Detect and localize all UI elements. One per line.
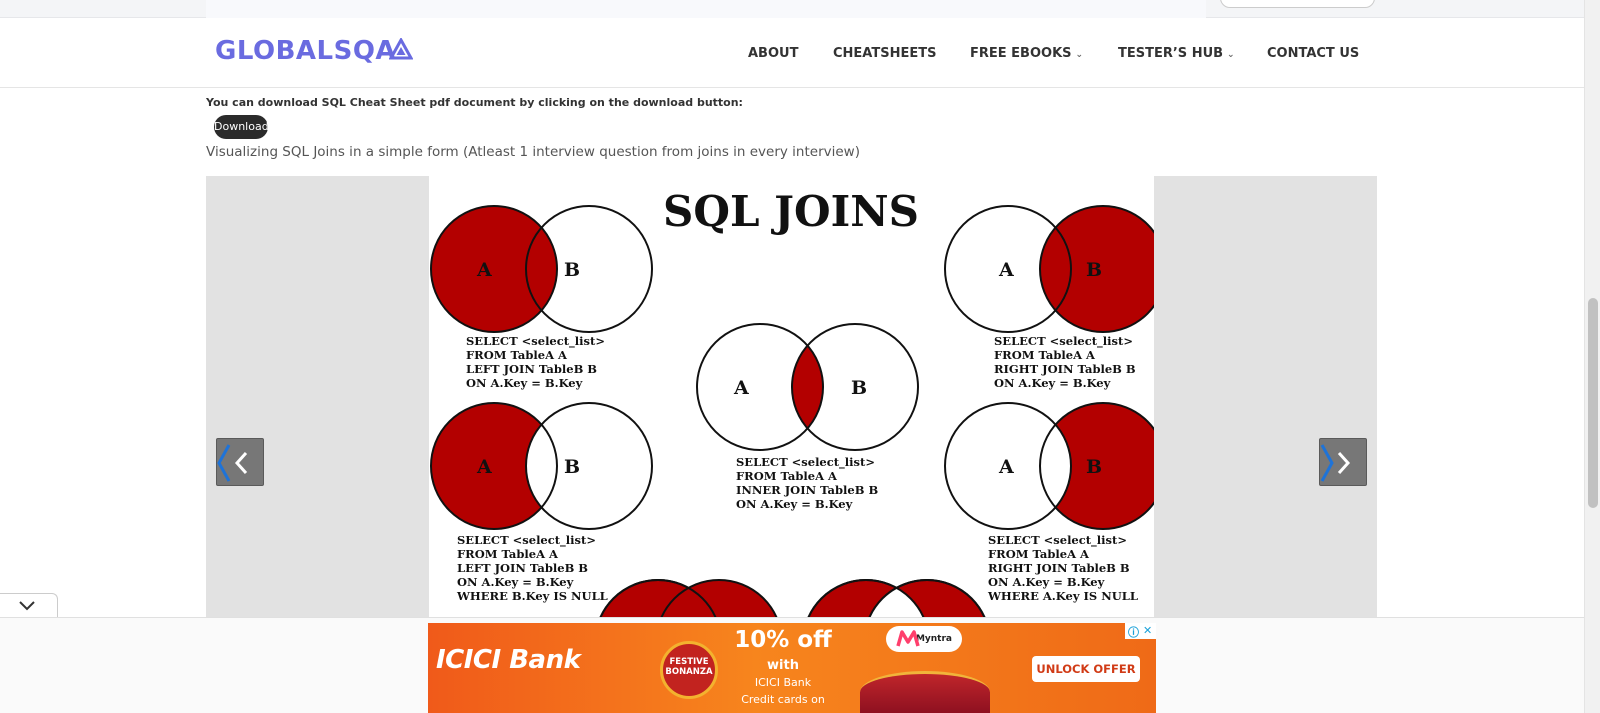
sql-line: WHERE A.Key IS NULL (987, 589, 1138, 603)
info-icon[interactable]: ⓘ (1128, 624, 1139, 640)
sql-line: ON A.Key = B.Key (457, 575, 574, 589)
nav-contact-us-label: CONTACT US (1267, 46, 1360, 61)
chevron-down-icon (19, 601, 35, 611)
sql-line: INNER JOIN TableB B (736, 483, 878, 497)
label-b: B (1086, 259, 1102, 281)
label-b: B (564, 259, 580, 281)
full-outer-excluding-join-diagram (807, 579, 986, 617)
nav-free-ebooks[interactable]: FREE EBOOKS ⌄ (970, 46, 1083, 61)
nav-contact-us[interactable]: CONTACT US (1267, 46, 1359, 61)
nav-about-label: ABOUT (748, 46, 799, 61)
sql-line: ON A.Key = B.Key (994, 376, 1111, 390)
sql-line: FROM TableA A (988, 547, 1090, 561)
ad-banner[interactable]: ICICI Bank FESTIVE BONANZA 10% off with … (428, 623, 1156, 713)
nav-cheatsheets-label: CHEATSHEETS (833, 46, 937, 61)
slider-prev-button[interactable] (216, 438, 264, 486)
label-b: B (1086, 456, 1102, 478)
label-a: A (998, 259, 1014, 281)
sql-joins-diagram: SQL JOINS A B SELECT <select_list> FROM … (430, 187, 1154, 617)
left-join-diagram: A B SELECT <select_list> FROM TableA A L… (430, 205, 653, 390)
image-slider: SQL JOINS A B SELECT <select_list> FROM … (206, 176, 1377, 617)
page-scrollbar[interactable] (1584, 0, 1600, 713)
sql-joins-image: SQL JOINS A B SELECT <select_list> FROM … (429, 176, 1154, 617)
sql-line: SELECT <select_list> (988, 533, 1127, 548)
chevron-right-icon (1320, 444, 1351, 482)
slider-next-button[interactable] (1319, 438, 1367, 486)
ad-cards: Credit cards on (741, 693, 825, 706)
chevron-down-icon: ⌄ (1075, 50, 1084, 60)
nav-testers-hub-label: TESTER’S HUB (1118, 46, 1224, 61)
sql-line: LEFT JOIN TableB B (466, 362, 597, 376)
ad-choices[interactable]: ⓘ ✕ (1125, 623, 1156, 639)
visualizing-joins-text: Visualizing SQL Joins in a simple form (… (206, 144, 860, 160)
nav-free-ebooks-label: FREE EBOOKS (970, 46, 1072, 61)
close-icon[interactable]: ✕ (1143, 624, 1152, 637)
nav-testers-hub[interactable]: TESTER’S HUB ⌄ (1118, 46, 1235, 61)
logo-triangle-icon (389, 38, 413, 60)
chevron-down-icon: ⌄ (1227, 50, 1235, 60)
nav-cheatsheets[interactable]: CHEATSHEETS (833, 46, 936, 61)
festive-badge-text: FESTIVE BONANZA (665, 657, 713, 677)
ad-collapse-button[interactable] (0, 593, 58, 617)
myntra-logo-icon (896, 630, 920, 647)
sql-line: FROM TableA A (457, 547, 559, 561)
right-join-diagram: A B SELECT <select_list> FROM TableA A R… (944, 205, 1154, 390)
diagram-title: SQL JOINS (663, 187, 919, 236)
inner-join-diagram: A B SELECT <select_list> FROM TableA A I… (696, 323, 919, 511)
download-button[interactable]: Download (214, 115, 269, 139)
ad-brand: ICICI Bank (436, 645, 581, 675)
ad-bank: ICICI Bank (754, 676, 812, 689)
label-b: B (851, 377, 867, 399)
label-a: A (476, 456, 492, 478)
sql-line: FROM TableA A (736, 469, 838, 483)
sql-line: LEFT JOIN TableB B (457, 561, 588, 575)
sql-line: FROM TableA A (994, 348, 1096, 362)
nav-about[interactable]: ABOUT (748, 46, 798, 61)
right-excluding-join-diagram: A B SELECT <select_list> FROM TableA A R… (944, 402, 1154, 603)
sql-line: RIGHT JOIN TableB B (988, 561, 1130, 575)
site-logo[interactable]: GLOBALSQA (215, 36, 396, 66)
top-search-input[interactable] (1220, 0, 1375, 8)
top-strip (0, 0, 1584, 32)
ad-with: with (767, 658, 799, 673)
sql-line: SELECT <select_list> (466, 334, 605, 349)
sql-line: RIGHT JOIN TableB B (994, 362, 1136, 376)
download-instructions: You can download SQL Cheat Sheet pdf doc… (206, 96, 743, 109)
label-a: A (476, 259, 492, 281)
left-excluding-join-diagram: A B SELECT <select_list> FROM TableA A L… (430, 402, 653, 603)
sql-line: SELECT <select_list> (736, 455, 875, 470)
sql-line: SELECT <select_list> (994, 334, 1133, 349)
ad-offer: 10% off (734, 627, 832, 653)
unlock-offer-button[interactable]: UNLOCK OFFER (1032, 656, 1140, 682)
full-outer-join-diagram (599, 579, 778, 617)
scrollbar-thumb[interactable] (1588, 298, 1598, 508)
sql-line: WHERE B.Key IS NULL (456, 589, 608, 603)
label-a: A (733, 377, 749, 399)
sql-line: SELECT <select_list> (457, 533, 596, 548)
circle-b (525, 402, 653, 530)
sql-line: ON A.Key = B.Key (736, 497, 853, 511)
label-b: B (564, 456, 580, 478)
ad-stage-graphic (860, 671, 990, 713)
sql-line: ON A.Key = B.Key (988, 575, 1105, 589)
site-header: GLOBALSQA ABOUT CHEATSHEETS FREE EBOOKS ⌄… (0, 18, 1584, 88)
chevron-left-icon (217, 444, 248, 482)
sql-line: FROM TableA A (466, 348, 568, 362)
sql-line: ON A.Key = B.Key (466, 376, 583, 390)
label-a: A (998, 456, 1014, 478)
